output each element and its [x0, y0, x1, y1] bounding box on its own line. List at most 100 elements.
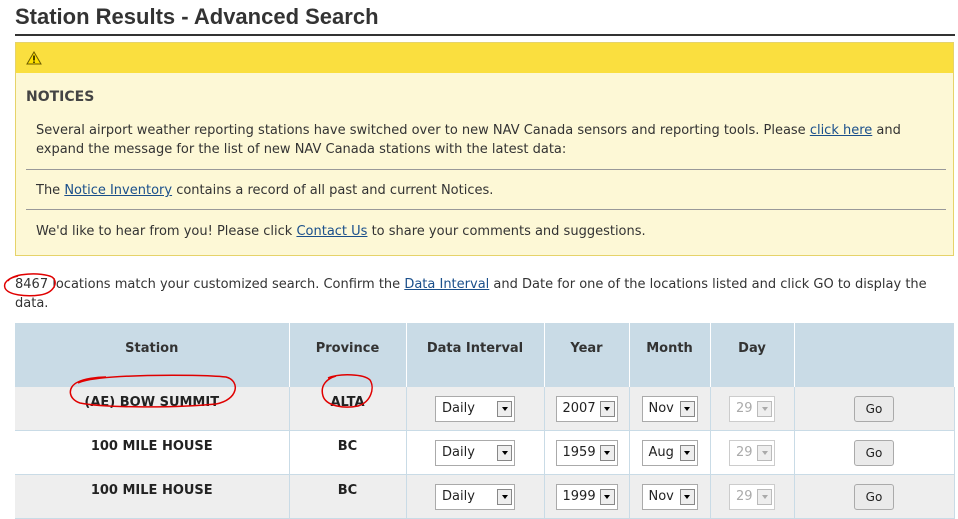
dropdown-arrow-icon[interactable]	[679, 488, 695, 505]
interval-cell: Daily	[406, 474, 545, 519]
action-cell: Go	[794, 474, 955, 519]
notice-divider	[26, 169, 946, 170]
results-count: 8467	[15, 277, 49, 292]
month-cell: Nov	[629, 474, 711, 519]
data-interval-select[interactable]: Daily	[435, 395, 515, 422]
month-cell: Aug	[629, 430, 711, 475]
notice-inventory-link[interactable]: Notice Inventory	[64, 183, 172, 198]
notice-text: Several airport weather reporting statio…	[36, 123, 810, 138]
dropdown-arrow-icon[interactable]	[679, 400, 695, 417]
notice-bar	[16, 43, 953, 73]
notice-text: We'd like to hear from you! Please click	[36, 224, 297, 239]
data-interval-link[interactable]: Data Interval	[404, 277, 489, 292]
interval-cell: Daily	[406, 430, 545, 475]
dropdown-arrow-icon	[757, 400, 772, 417]
station-cell: (AE) BOW SUMMIT	[15, 387, 290, 431]
table-row: 100 MILE HOUSE BC Daily 1959 Aug 29 Go	[15, 430, 955, 475]
station-name: 100 MILE HOUSE	[90, 439, 213, 454]
year-cell: 1999	[544, 474, 630, 519]
selected-value: Nov	[648, 489, 674, 504]
station-cell: 100 MILE HOUSE	[15, 430, 290, 475]
dropdown-arrow-icon[interactable]	[497, 400, 512, 417]
title-rule	[15, 34, 955, 36]
column-header-province: Province	[289, 323, 407, 387]
page-title: Station Results - Advanced Search	[15, 4, 379, 29]
year-cell: 1959	[544, 430, 630, 475]
day-cell: 29	[710, 474, 795, 519]
selected-value: 2007	[562, 401, 596, 416]
contact-us-link[interactable]: Contact Us	[296, 224, 367, 239]
notice-item-contact: We'd like to hear from you! Please click…	[36, 222, 944, 241]
month-select[interactable]: Nov	[641, 395, 698, 422]
notice-text: The	[36, 183, 65, 198]
intro-text: locations match your customized search. …	[48, 277, 405, 292]
go-button[interactable]: Go	[854, 483, 894, 510]
day-select: 29	[729, 395, 775, 422]
dropdown-arrow-icon[interactable]	[599, 488, 615, 505]
notice-text: contains a record of all past and curren…	[172, 183, 494, 198]
dropdown-arrow-icon[interactable]	[679, 444, 695, 461]
selected-value: Aug	[648, 445, 674, 460]
action-cell: Go	[794, 430, 955, 475]
month-select[interactable]: Aug	[641, 439, 698, 466]
go-button[interactable]: Go	[854, 395, 894, 422]
results-intro: 8467 locations match your customized sea…	[15, 275, 950, 313]
year-select[interactable]: 1959	[555, 439, 618, 466]
station-cell: 100 MILE HOUSE	[15, 474, 290, 519]
column-header-station: Station	[15, 323, 290, 387]
dropdown-arrow-icon	[757, 488, 772, 505]
day-cell: 29	[710, 430, 795, 475]
day-select: 29	[729, 483, 775, 510]
dropdown-arrow-icon	[757, 444, 772, 461]
province-name: BC	[337, 483, 358, 498]
data-interval-select[interactable]: Daily	[435, 483, 515, 510]
selected-value: Daily	[442, 445, 475, 460]
selected-value: Daily	[442, 489, 475, 504]
province-cell: BC	[289, 430, 407, 475]
table-row: 100 MILE HOUSE BC Daily 1999 Nov 29 Go	[15, 474, 955, 519]
interval-cell: Daily	[406, 387, 545, 431]
year-select[interactable]: 2007	[555, 395, 618, 422]
station-name: 100 MILE HOUSE	[90, 483, 213, 498]
notice-text: to share your comments and suggestions.	[367, 224, 646, 239]
province-cell: BC	[289, 474, 407, 519]
selected-value: 29	[736, 445, 753, 460]
month-select[interactable]: Nov	[641, 483, 698, 510]
table-header-row: Station Province Data Interval Year Mont…	[15, 323, 955, 387]
dropdown-arrow-icon[interactable]	[497, 488, 512, 505]
dropdown-arrow-icon[interactable]	[599, 400, 615, 417]
province-name: ALTA	[330, 395, 365, 410]
month-cell: Nov	[629, 387, 711, 431]
province-name: BC	[337, 439, 358, 454]
notices-heading: NOTICES	[26, 89, 95, 105]
warning-icon	[26, 51, 42, 65]
click-here-link[interactable]: click here	[810, 123, 872, 138]
table-row: (AE) BOW SUMMIT ALTA Daily 2007 Nov 29 G…	[15, 387, 955, 431]
notice-divider	[26, 209, 946, 210]
column-header-month: Month	[629, 323, 711, 387]
dropdown-arrow-icon[interactable]	[497, 444, 512, 461]
notice-item-inventory: The Notice Inventory contains a record o…	[36, 181, 944, 200]
results-table: Station Province Data Interval Year Mont…	[15, 323, 955, 519]
notice-item-nav-canada: Several airport weather reporting statio…	[36, 121, 944, 159]
selected-value: Daily	[442, 401, 475, 416]
column-header-day: Day	[710, 323, 795, 387]
day-select: 29	[729, 439, 775, 466]
province-cell: ALTA	[289, 387, 407, 431]
notices-panel: NOTICES Several airport weather reportin…	[15, 42, 954, 256]
selected-value: Nov	[648, 401, 674, 416]
station-name: (AE) BOW SUMMIT	[84, 395, 220, 410]
data-interval-select[interactable]: Daily	[435, 439, 515, 466]
action-cell: Go	[794, 387, 955, 431]
selected-value: 29	[736, 489, 753, 504]
column-header-action	[794, 323, 955, 387]
selected-value: 1959	[562, 445, 596, 460]
selected-value: 29	[736, 401, 753, 416]
column-header-year: Year	[544, 323, 630, 387]
year-select[interactable]: 1999	[555, 483, 618, 510]
column-header-data-interval: Data Interval	[406, 323, 545, 387]
go-button[interactable]: Go	[854, 439, 894, 466]
dropdown-arrow-icon[interactable]	[599, 444, 615, 461]
year-cell: 2007	[544, 387, 630, 431]
day-cell: 29	[710, 387, 795, 431]
